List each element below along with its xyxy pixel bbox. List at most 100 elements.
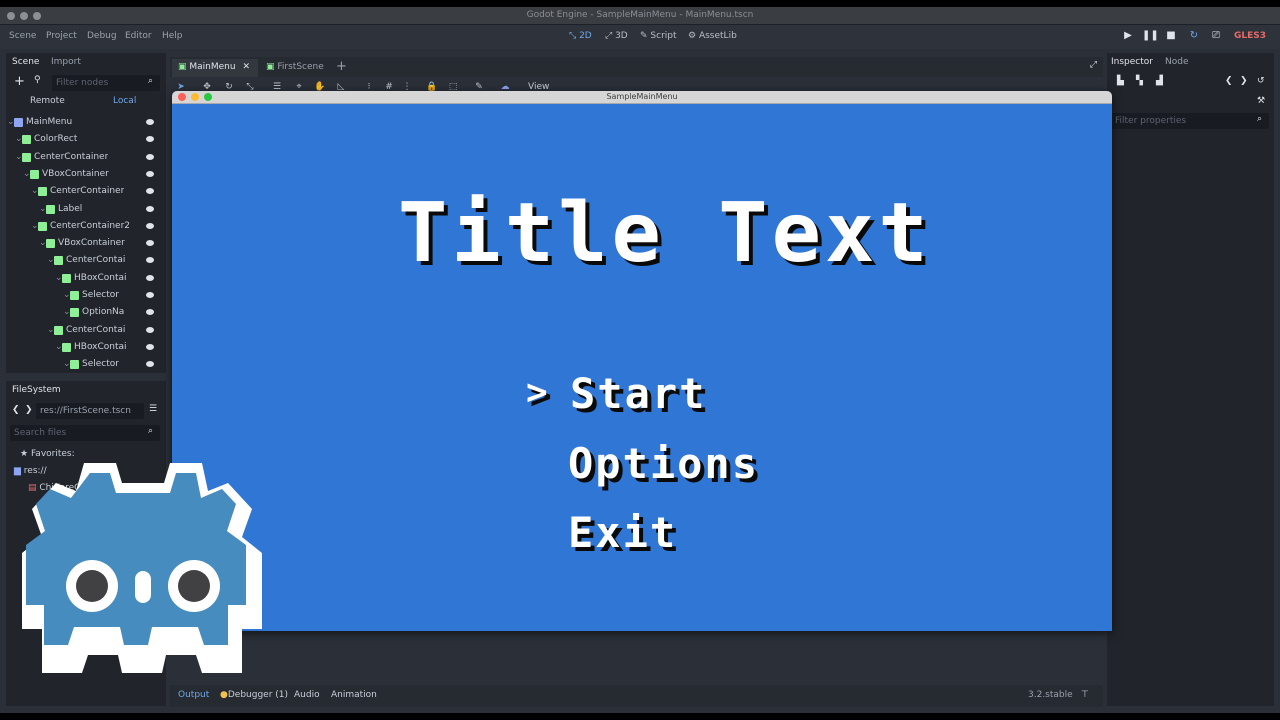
tab-firstscene[interactable]: ▣ FirstScene xyxy=(260,59,330,77)
godot-logo xyxy=(22,463,262,673)
filter-properties-input[interactable]: Filter properties xyxy=(1111,113,1269,129)
scene-tree-item[interactable]: ⌄ VBoxContainer xyxy=(6,235,164,252)
add-tab-icon[interactable]: + xyxy=(336,59,347,74)
tab-mainmenu[interactable]: ▣ MainMenu ✕ xyxy=(172,59,258,77)
node-type-icon xyxy=(54,325,63,335)
workspace-2d-button[interactable]: ⤡ 2D xyxy=(569,31,592,41)
scene-tree-item[interactable]: ⌄ CenterContainer xyxy=(6,149,164,166)
scene-tree-label: CenterContainer xyxy=(34,151,109,162)
object-history-icon[interactable]: ↺ xyxy=(1257,76,1265,86)
scene-tree-item[interactable]: ⌄ ColorRect xyxy=(6,131,164,148)
link-icon[interactable]: ⚲ xyxy=(34,75,41,85)
scene-tree-item[interactable]: ⌄ CenterContainer xyxy=(6,183,164,200)
visibility-eye-icon[interactable] xyxy=(146,257,154,264)
workspace-3d-button[interactable]: ⤢ 3D xyxy=(605,31,628,41)
tab-import[interactable]: Import xyxy=(51,57,81,67)
scene-tree-item[interactable]: ⌄ MainMenu xyxy=(6,114,164,131)
split-mode-icon[interactable]: ☰ xyxy=(149,404,157,414)
menu-help[interactable]: Help xyxy=(162,31,183,41)
renderer-label[interactable]: GLES3 xyxy=(1234,31,1266,41)
scene-file-icon: ▣ xyxy=(178,62,187,72)
visibility-eye-icon[interactable] xyxy=(146,343,154,350)
new-resource-icon[interactable]: ▙ xyxy=(1117,76,1124,86)
visibility-eye-icon[interactable] xyxy=(146,222,154,229)
scene-file-icon: ▣ xyxy=(266,62,275,72)
menu-scene[interactable]: Scene xyxy=(9,31,36,41)
save-resource-icon[interactable]: ▟ xyxy=(1156,76,1163,86)
scene-tree-item[interactable]: ⌄ CenterContai xyxy=(6,252,164,269)
local-tab[interactable]: Local xyxy=(113,96,136,106)
visibility-eye-icon[interactable] xyxy=(146,240,154,247)
workspace-script-button[interactable]: ✎ Script xyxy=(640,31,677,41)
scene-tree-item[interactable]: ⌄ CenterContainer2 xyxy=(6,218,164,235)
search-files-input[interactable]: Search files xyxy=(10,425,160,441)
tab-inspector[interactable]: Inspector xyxy=(1111,57,1153,67)
add-node-icon[interactable]: + xyxy=(14,74,25,89)
visibility-eye-icon[interactable] xyxy=(146,292,154,298)
menu-debug[interactable]: Debug xyxy=(87,31,117,41)
visibility-eye-icon[interactable] xyxy=(146,326,154,333)
remote-tab[interactable]: Remote xyxy=(30,96,65,106)
filter-nodes-input[interactable]: Filter nodes xyxy=(52,75,160,91)
stop-button[interactable]: ■ xyxy=(1164,30,1178,44)
scene-tree-item[interactable]: ⌄ Label xyxy=(6,201,164,218)
scene-tree-item[interactable]: ⌄ HBoxContai xyxy=(6,339,164,356)
history-back-icon[interactable]: ❮ xyxy=(1225,76,1233,86)
visibility-eye-icon[interactable] xyxy=(146,188,154,195)
node-type-icon xyxy=(38,187,47,197)
tab-audio[interactable]: Audio xyxy=(294,690,320,700)
node-type-icon xyxy=(70,308,79,318)
tab-filesystem[interactable]: FileSystem xyxy=(12,385,61,395)
node-type-icon xyxy=(14,118,23,127)
start-option[interactable]: Start xyxy=(570,369,706,418)
scene-tree-item[interactable]: ⌄ HBoxContai xyxy=(6,270,164,287)
tool-icon[interactable]: ⚒ xyxy=(1257,96,1265,106)
node-type-icon xyxy=(70,291,79,300)
expand-panel-icon[interactable]: ⊤ xyxy=(1081,690,1089,700)
title-text: Title Text xyxy=(398,186,932,281)
inspector-dock: Inspector Node ▙ ▚ ▟ ❮ ❯ ↺ ⚒ Filter prop… xyxy=(1107,53,1274,706)
forward-icon[interactable]: ❯ xyxy=(25,405,33,415)
menu-editor[interactable]: Editor xyxy=(125,31,152,41)
exit-option[interactable]: Exit xyxy=(568,508,677,557)
node-type-icon xyxy=(46,239,55,249)
history-forward-icon[interactable]: ❯ xyxy=(1240,76,1248,86)
visibility-eye-icon[interactable] xyxy=(146,361,154,368)
node-type-icon xyxy=(62,342,71,352)
options-option[interactable]: Options xyxy=(568,439,759,488)
play-button[interactable]: ▶ xyxy=(1121,30,1135,44)
tab-animation[interactable]: Animation xyxy=(331,690,377,700)
scene-tree-label: MainMenu xyxy=(26,117,73,127)
visibility-eye-icon[interactable] xyxy=(146,205,154,212)
visibility-eye-icon[interactable] xyxy=(146,119,154,125)
back-icon[interactable]: ❮ xyxy=(12,405,20,415)
visibility-eye-icon[interactable] xyxy=(146,170,154,177)
tab-node[interactable]: Node xyxy=(1165,57,1189,67)
node-type-icon xyxy=(22,135,31,145)
node-type-icon xyxy=(22,152,31,162)
visibility-eye-icon[interactable] xyxy=(146,274,154,281)
path-field[interactable]: res://FirstScene.tscn xyxy=(36,403,144,419)
3d-icon: ⤢ xyxy=(605,31,613,41)
favorites-item[interactable]: ★ Favorites: xyxy=(20,449,75,459)
pause-button[interactable]: ❚❚ xyxy=(1142,30,1159,44)
scene-tree-item[interactable]: ⌄ CenterContai xyxy=(6,322,164,339)
scene-tree-item[interactable]: ⌄ VBoxContainer xyxy=(6,166,164,183)
menu-project[interactable]: Project xyxy=(46,31,77,41)
visibility-eye-icon[interactable] xyxy=(146,136,154,143)
scene-tree-label: CenterContai xyxy=(66,324,126,335)
tab-scene[interactable]: Scene xyxy=(12,57,39,67)
pause-icon: ❚❚ xyxy=(1142,30,1159,41)
scene-tree-item[interactable]: ⌄ OptionNa xyxy=(6,304,164,321)
workspace-assetlib-button[interactable]: ⚙ AssetLib xyxy=(688,31,737,41)
play-custom-button[interactable]: ⎚ xyxy=(1209,30,1223,44)
close-tab-icon[interactable]: ✕ xyxy=(242,62,250,72)
play-scene-button[interactable]: ↻ xyxy=(1187,30,1201,44)
load-resource-icon[interactable]: ▚ xyxy=(1136,76,1143,86)
visibility-eye-icon[interactable] xyxy=(146,309,154,316)
scene-tree-item[interactable]: ⌄ Selector xyxy=(6,356,164,373)
visibility-eye-icon[interactable] xyxy=(146,153,154,160)
node-type-icon xyxy=(38,221,47,231)
distraction-free-icon[interactable]: ⤢ xyxy=(1090,60,1097,70)
scene-tree-item[interactable]: ⌄ Selector xyxy=(6,287,164,304)
